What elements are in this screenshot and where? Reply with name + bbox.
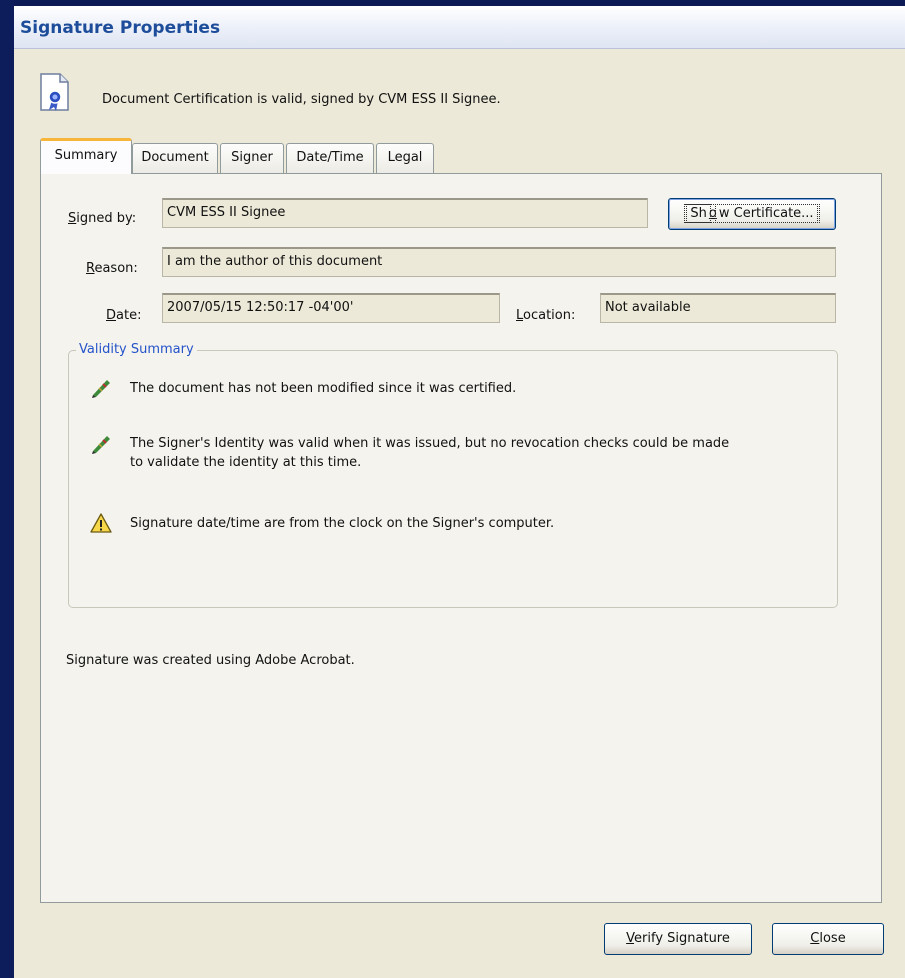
location-field[interactable]: Not available xyxy=(600,293,836,323)
warning-icon xyxy=(90,513,112,533)
location-label: Location: xyxy=(516,308,576,323)
certificate-document-icon xyxy=(40,73,69,111)
valid-pen-icon xyxy=(92,436,110,454)
show-certificate-button[interactable]: Sh o w Certificate... xyxy=(668,198,836,230)
signature-properties-dialog: Signature Properties Document Certificat… xyxy=(14,6,905,978)
signed-by-label: Signed by: xyxy=(68,211,137,226)
window-title: Signature Properties xyxy=(20,18,221,38)
creation-note: Signature was created using Adobe Acroba… xyxy=(66,653,355,668)
tab-signer[interactable]: Signer xyxy=(220,143,284,173)
validity-item-text: The Signer's Identity was valid when it … xyxy=(130,436,730,470)
verify-signature-button[interactable]: Verify Signature xyxy=(604,923,752,955)
tab-summary[interactable]: Summary xyxy=(40,138,132,174)
tab-date-time[interactable]: Date/Time xyxy=(286,143,374,173)
reason-label: Reason: xyxy=(86,261,138,276)
valid-pen-icon xyxy=(92,380,110,398)
window-frame-left xyxy=(0,0,14,978)
certification-status-message: Document Certification is valid, signed … xyxy=(102,92,501,107)
validity-summary-title: Validity Summary xyxy=(76,342,197,357)
date-field[interactable]: 2007/05/15 12:50:17 -04'00' xyxy=(162,293,500,323)
validity-item-text: The document has not been modified since… xyxy=(130,381,517,396)
reason-field[interactable]: I am the author of this document xyxy=(162,247,836,277)
tab-document[interactable]: Document xyxy=(132,143,218,173)
date-label: Date: xyxy=(106,308,142,323)
close-button[interactable]: Close xyxy=(772,923,884,955)
title-bar[interactable]: Signature Properties xyxy=(14,6,905,49)
tab-legal[interactable]: Legal xyxy=(376,143,434,173)
validity-item-text: Signature date/time are from the clock o… xyxy=(130,516,555,531)
signed-by-field[interactable]: CVM ESS II Signee xyxy=(162,198,648,228)
